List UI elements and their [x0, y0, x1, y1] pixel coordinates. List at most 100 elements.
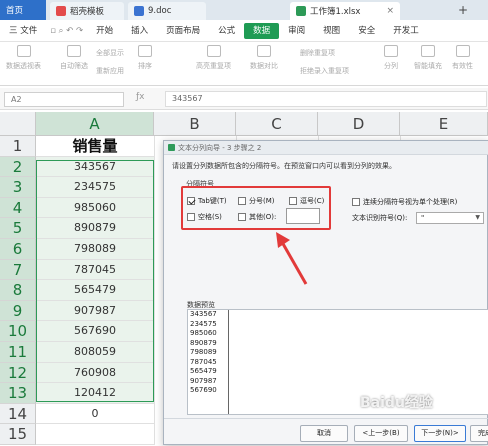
empty-cell[interactable] [36, 424, 154, 445]
pivot-table-label: 数据透视表 [6, 62, 41, 70]
row-header[interactable]: 11 [0, 342, 36, 363]
file-menu[interactable]: 三 文件 [0, 20, 46, 42]
row-header[interactable]: 14 [0, 403, 36, 425]
row-header[interactable]: 9 [0, 300, 36, 322]
dialog-title-bar: 文本分列向导 - 3 步骤之 2 [164, 141, 488, 155]
preview-value: 234575 [190, 319, 217, 328]
row-header[interactable]: 3 [0, 177, 36, 198]
menu-item-security[interactable]: 安全 [349, 20, 384, 42]
row-header[interactable]: 13 [0, 383, 36, 404]
highlight-duplicates-button[interactable]: 高亮重复项 [196, 45, 231, 71]
row-header[interactable]: 12 [0, 362, 36, 384]
compare-icon [257, 45, 271, 57]
row-header[interactable]: 8 [0, 280, 36, 301]
select-all-corner[interactable] [0, 112, 36, 136]
column-header-d[interactable]: D [318, 112, 400, 136]
preview-value: 565479 [190, 367, 217, 375]
qualifier-label: 文本识别符号(Q): [352, 213, 407, 223]
smart-fill-button[interactable]: 智能填充 [414, 45, 442, 71]
quick-access-icons[interactable]: ▫ ⌕ ↶ ↷ [46, 20, 87, 42]
selection-range [36, 160, 154, 402]
tab-templates[interactable]: 稻壳模板 [50, 2, 124, 20]
row-header[interactable]: 6 [0, 239, 36, 260]
dialog-app-icon [168, 144, 175, 151]
consecutive-checkbox[interactable]: 连续分隔符号视为单个处理(R) [352, 197, 457, 207]
preview-column: 343567 234575 985060 890879 798089 787045 5654… [188, 310, 229, 414]
tab-doc-label: 9.doc [148, 6, 172, 16]
preview-value: 985060 [190, 329, 217, 337]
row-header[interactable]: 5 [0, 218, 36, 239]
column-header-e[interactable]: E [400, 112, 488, 136]
column-header-b[interactable]: B [154, 112, 236, 136]
formula-bar: A2 ƒx 343567 [0, 88, 488, 110]
checkbox-icon [238, 197, 246, 205]
menu-item-start[interactable]: 开始 [87, 20, 122, 42]
reapply-button[interactable]: 重新应用 [96, 66, 124, 76]
qualifier-value: " [421, 214, 425, 222]
new-tab-button[interactable]: + [458, 3, 468, 17]
semicolon-option-label: 分号(M) [249, 197, 275, 205]
smart-fill-label: 智能填充 [414, 62, 442, 70]
text-to-columns-dialog: 文本分列向导 - 3 步骤之 2 请设置分列数据所包含的分隔符号。在预览窗口内可… [163, 140, 488, 445]
menu-item-developer[interactable]: 开发工 [384, 20, 428, 42]
space-checkbox[interactable]: 空格(S) [187, 212, 222, 222]
menu-item-formula[interactable]: 公式 [209, 20, 244, 42]
back-button[interactable]: <上一步(B) [354, 425, 408, 442]
finish-button[interactable]: 完成 [470, 425, 488, 442]
row-header[interactable]: 2 [0, 156, 36, 178]
data-compare-button[interactable]: 数据对比 [250, 45, 278, 71]
menu-item-layout[interactable]: 页面布局 [157, 20, 209, 42]
tab-home[interactable]: 首页 [0, 0, 46, 20]
reject-duplicates-button[interactable]: 拒绝录入重复项 [300, 66, 349, 76]
close-icon[interactable]: × [386, 6, 394, 16]
row-header[interactable]: 15 [0, 424, 36, 445]
menu-item-view[interactable]: 视图 [314, 20, 349, 42]
other-delimiter-input[interactable] [286, 208, 320, 224]
row-header[interactable]: 4 [0, 197, 36, 219]
qualifier-select[interactable]: " ▼ [416, 212, 484, 224]
column-header-a[interactable]: A [36, 112, 154, 136]
other-checkbox[interactable]: 其他(O): [238, 212, 276, 222]
delete-duplicates-button[interactable]: 删除重复项 [300, 48, 335, 58]
row-header[interactable]: 7 [0, 259, 36, 281]
pivot-table-button[interactable]: 数据透视表 [6, 45, 41, 71]
sort-button[interactable]: 排序 [138, 45, 152, 71]
checkbox-icon [238, 213, 246, 221]
show-all-button[interactable]: 全部显示 [96, 48, 124, 58]
checkbox-icon [352, 198, 360, 206]
data-preview[interactable]: 343567 234575 985060 890879 798089 787045 5654… [187, 309, 488, 415]
tab-workbook[interactable]: 工作簿1.xlsx × [290, 2, 400, 20]
row-header[interactable]: 10 [0, 321, 36, 342]
ribbon: 数据透视表 自动筛选 全部显示 重新应用 排序 高亮重复项 数据对比 删除重复项… [0, 42, 488, 86]
space-option-label: 空格(S) [198, 213, 222, 221]
next-button[interactable]: 下一步(N)> [414, 425, 466, 442]
row-header[interactable]: 1 [0, 136, 36, 157]
tab-checkbox[interactable]: Tab键(T) [187, 196, 227, 206]
cancel-button[interactable]: 取消 [300, 425, 348, 442]
comma-checkbox[interactable]: 逗号(C) [289, 196, 324, 206]
formula-input[interactable]: 343567 [165, 91, 487, 107]
checkbox-checked-icon [187, 197, 195, 205]
dialog-button-row: 取消 <上一步(B) 下一步(N)> 完成 [164, 418, 488, 446]
menu-item-review[interactable]: 审阅 [279, 20, 314, 42]
pivot-table-icon [16, 45, 31, 57]
semicolon-checkbox[interactable]: 分号(M) [238, 196, 275, 206]
gridline [154, 136, 155, 445]
tab-doc[interactable]: 9.doc [128, 2, 206, 20]
validity-button[interactable]: 有效性 [452, 45, 473, 71]
header-cell[interactable]: 销售量 [36, 136, 154, 157]
split-button[interactable]: 分列 [384, 45, 398, 71]
preview-value: 890879 [190, 338, 217, 347]
table-cell[interactable]: 0 [36, 404, 154, 425]
watermark: Baidu经验 [360, 395, 433, 411]
column-header-c[interactable]: C [236, 112, 318, 136]
autofilter-button[interactable]: 自动筛选 [60, 45, 88, 71]
checkbox-icon [289, 197, 297, 205]
consecutive-option-label: 连续分隔符号视为单个处理(R) [363, 198, 458, 206]
qualifier-label-text: 文本识别符号(Q): [352, 214, 408, 222]
function-icon[interactable]: ƒx [136, 92, 145, 102]
name-box[interactable]: A2 [4, 92, 124, 107]
menu-item-data[interactable]: 数据 [244, 22, 280, 39]
menu-item-insert[interactable]: 插入 [122, 20, 157, 42]
split-label: 分列 [384, 62, 398, 70]
